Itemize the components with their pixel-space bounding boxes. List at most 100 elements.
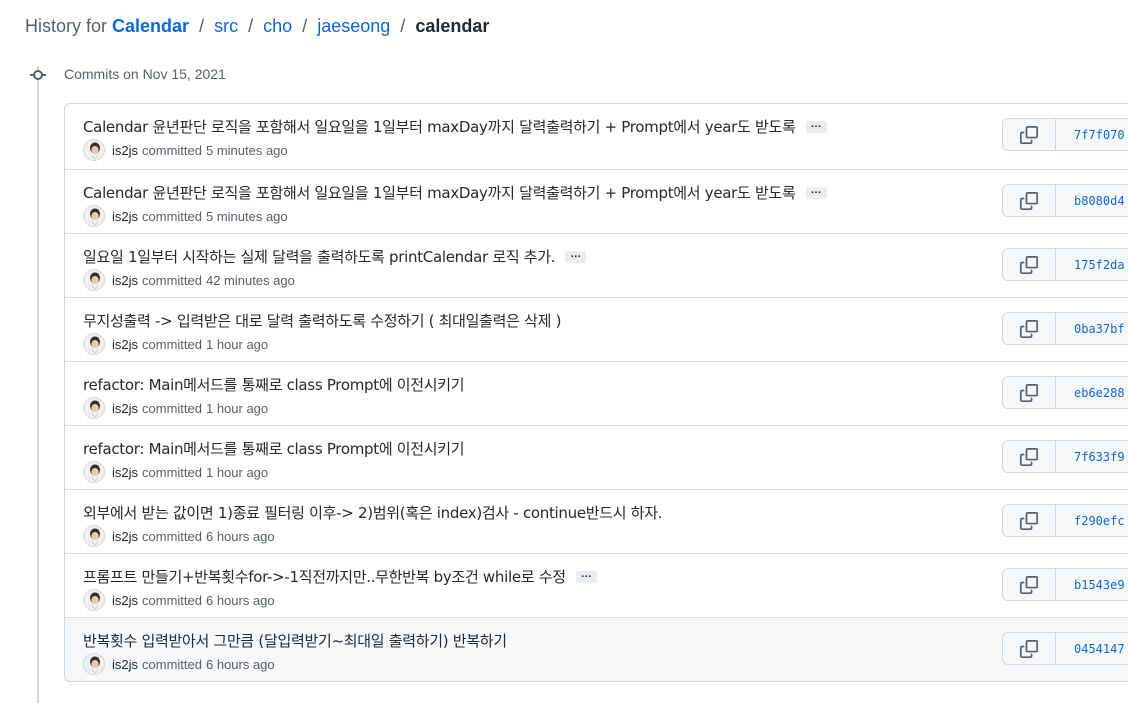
commit-author-link[interactable]: is2js [112,273,138,288]
commit-time: 1 hour ago [205,336,269,352]
commit-row: 반복횟수 입력받아서 그만큼 (달입력받기~최대일 출력하기) 반복하기 is2… [65,617,1128,681]
copy-sha-button[interactable] [1003,185,1056,216]
commit-meta: is2js committed 5 minutes ago [83,205,288,227]
commit-message-line: 일요일 1일부터 시작하는 실제 달력을 출력하도록 printCalendar… [83,246,587,267]
ellipsis-icon[interactable]: … [805,118,827,133]
avatar[interactable] [83,397,105,419]
commit-time: 6 hours ago [205,656,275,672]
avatar[interactable] [83,333,105,355]
commit-message-line: refactor: Main메서드를 통째로 class Prompt에 이전시… [83,438,465,459]
commit-sha-link[interactable]: 0454147 [1056,633,1128,664]
commit-message-link[interactable]: 일요일 1일부터 시작하는 실제 달력을 출력하도록 printCalendar… [83,246,556,267]
breadcrumb-path-jaeseong[interactable]: jaeseong [317,16,390,36]
commit-verb: committed [142,208,202,224]
commit-meta: is2js committed 1 hour ago [83,333,268,355]
copy-sha-button[interactable] [1003,119,1056,150]
commit-verb: committed [142,464,202,480]
copy-icon [1020,511,1038,530]
commit-message-line: 외부에서 받는 값이면 1)종료 필터링 이후-> 2)범위(혹은 index)… [83,502,663,523]
copy-sha-button[interactable] [1003,569,1056,600]
copy-sha-button[interactable] [1003,377,1056,408]
commit-author-link[interactable]: is2js [112,593,138,608]
commit-time: 1 hour ago [205,400,269,416]
commit-verb: committed [142,142,202,158]
commit-message-link[interactable]: Calendar 윤년판단 로직을 포함해서 일요일을 1일부터 maxDay까… [83,182,796,203]
commit-actions: 7f7f070 [1002,118,1128,151]
breadcrumb-separator: / [302,16,308,36]
commit-meta: is2js committed 6 hours ago [83,653,275,675]
avatar[interactable] [83,139,105,161]
commit-message-link[interactable]: refactor: Main메서드를 통째로 class Prompt에 이전시… [83,438,465,459]
commit-author-link[interactable]: is2js [112,143,138,158]
commit-message-link[interactable]: 무지성출력 -> 입력받은 대로 달력 출력하도록 수정하기 ( 최대일출력은 … [83,310,561,331]
commit-author-link[interactable]: is2js [112,337,138,352]
commit-message-line: Calendar 윤년판단 로직을 포함해서 일요일을 1일부터 maxDay까… [83,182,827,203]
commit-actions: b8080d4 [1002,184,1128,217]
commit-message-line: 무지성출력 -> 입력받은 대로 달력 출력하도록 수정하기 ( 최대일출력은 … [83,310,561,331]
commit-verb: committed [142,592,202,608]
commit-author-link[interactable]: is2js [112,209,138,224]
avatar[interactable] [83,525,105,547]
commit-list: Calendar 윤년판단 로직을 포함해서 일요일을 1일부터 maxDay까… [64,103,1128,682]
commit-author-link[interactable]: is2js [112,657,138,672]
breadcrumb-path-cho[interactable]: cho [263,16,292,36]
commit-sha-link[interactable]: b8080d4 [1056,185,1128,216]
copy-sha-button[interactable] [1003,505,1056,536]
commit-row: refactor: Main메서드를 통째로 class Prompt에 이전시… [65,361,1128,425]
avatar[interactable] [83,269,105,291]
avatar[interactable] [83,589,105,611]
avatar[interactable] [83,205,105,227]
commit-meta: is2js committed 42 minutes ago [83,269,295,291]
commit-actions: eb6e288 [1002,376,1128,409]
commit-author-link[interactable]: is2js [112,465,138,480]
commit-sha-link[interactable]: 0ba37bf [1056,313,1128,344]
commit-author-link[interactable]: is2js [112,529,138,544]
copy-sha-button[interactable] [1003,313,1056,344]
commit-message-link[interactable]: 프롬프트 만들기+반복횟수for->-1직전까지만..무한반복 by조건 whi… [83,566,566,587]
copy-sha-button[interactable] [1003,441,1056,472]
breadcrumb-separator: / [248,16,254,36]
commit-row: 외부에서 받는 값이면 1)종료 필터링 이후-> 2)범위(혹은 index)… [65,489,1128,553]
commit-sha-link[interactable]: 7f7f070 [1056,119,1128,150]
copy-icon [1020,319,1038,338]
breadcrumb-separator: / [199,16,205,36]
commit-meta: is2js committed 1 hour ago [83,397,268,419]
copy-sha-button[interactable] [1003,249,1056,280]
commit-sha-link[interactable]: eb6e288 [1056,377,1128,408]
breadcrumb-repo-link[interactable]: Calendar [112,16,189,36]
commit-time: 1 hour ago [205,464,269,480]
commit-row: Calendar 윤년판단 로직을 포함해서 일요일을 1일부터 maxDay까… [65,104,1128,169]
breadcrumb-path-src[interactable]: src [214,16,238,36]
ellipsis-icon[interactable]: … [575,568,597,583]
commit-verb: committed [142,656,202,672]
commit-message-link[interactable]: 반복횟수 입력받아서 그만큼 (달입력받기~최대일 출력하기) 반복하기 [83,630,507,651]
commit-meta: is2js committed 6 hours ago [83,589,275,611]
commit-message-line: Calendar 윤년판단 로직을 포함해서 일요일을 1일부터 maxDay까… [83,116,827,137]
ellipsis-icon[interactable]: … [565,248,587,263]
commit-sha-link[interactable]: 175f2da [1056,249,1128,280]
commit-message-line: refactor: Main메서드를 통째로 class Prompt에 이전시… [83,374,465,395]
commit-row: 프롬프트 만들기+반복횟수for->-1직전까지만..무한반복 by조건 whi… [65,553,1128,617]
avatar[interactable] [83,461,105,483]
copy-sha-button[interactable] [1003,633,1056,664]
commit-time: 5 minutes ago [205,142,288,158]
commit-verb: committed [142,528,202,544]
ellipsis-icon[interactable]: … [805,184,827,199]
commit-row: 일요일 1일부터 시작하는 실제 달력을 출력하도록 printCalendar… [65,233,1128,297]
commit-sha-link[interactable]: f290efc [1056,505,1128,536]
breadcrumb-separator: / [400,16,406,36]
commit-message-link[interactable]: refactor: Main메서드를 통째로 class Prompt에 이전시… [83,374,465,395]
commit-row: refactor: Main메서드를 통째로 class Prompt에 이전시… [65,425,1128,489]
commit-message-link[interactable]: Calendar 윤년판단 로직을 포함해서 일요일을 1일부터 maxDay까… [83,116,796,137]
avatar[interactable] [83,653,105,675]
commit-time: 6 hours ago [205,528,275,544]
breadcrumb-prefix: History for [25,16,108,36]
commit-sha-link[interactable]: 7f633f9 [1056,441,1128,472]
commit-author-link[interactable]: is2js [112,401,138,416]
timeline-line [37,66,39,703]
breadcrumb-current-file: calendar [415,16,490,36]
commit-message-link[interactable]: 외부에서 받는 값이면 1)종료 필터링 이후-> 2)범위(혹은 index)… [83,502,663,523]
commit-actions: f290efc [1002,504,1128,537]
commit-sha-link[interactable]: b1543e9 [1056,569,1128,600]
git-commit-icon [30,69,46,81]
